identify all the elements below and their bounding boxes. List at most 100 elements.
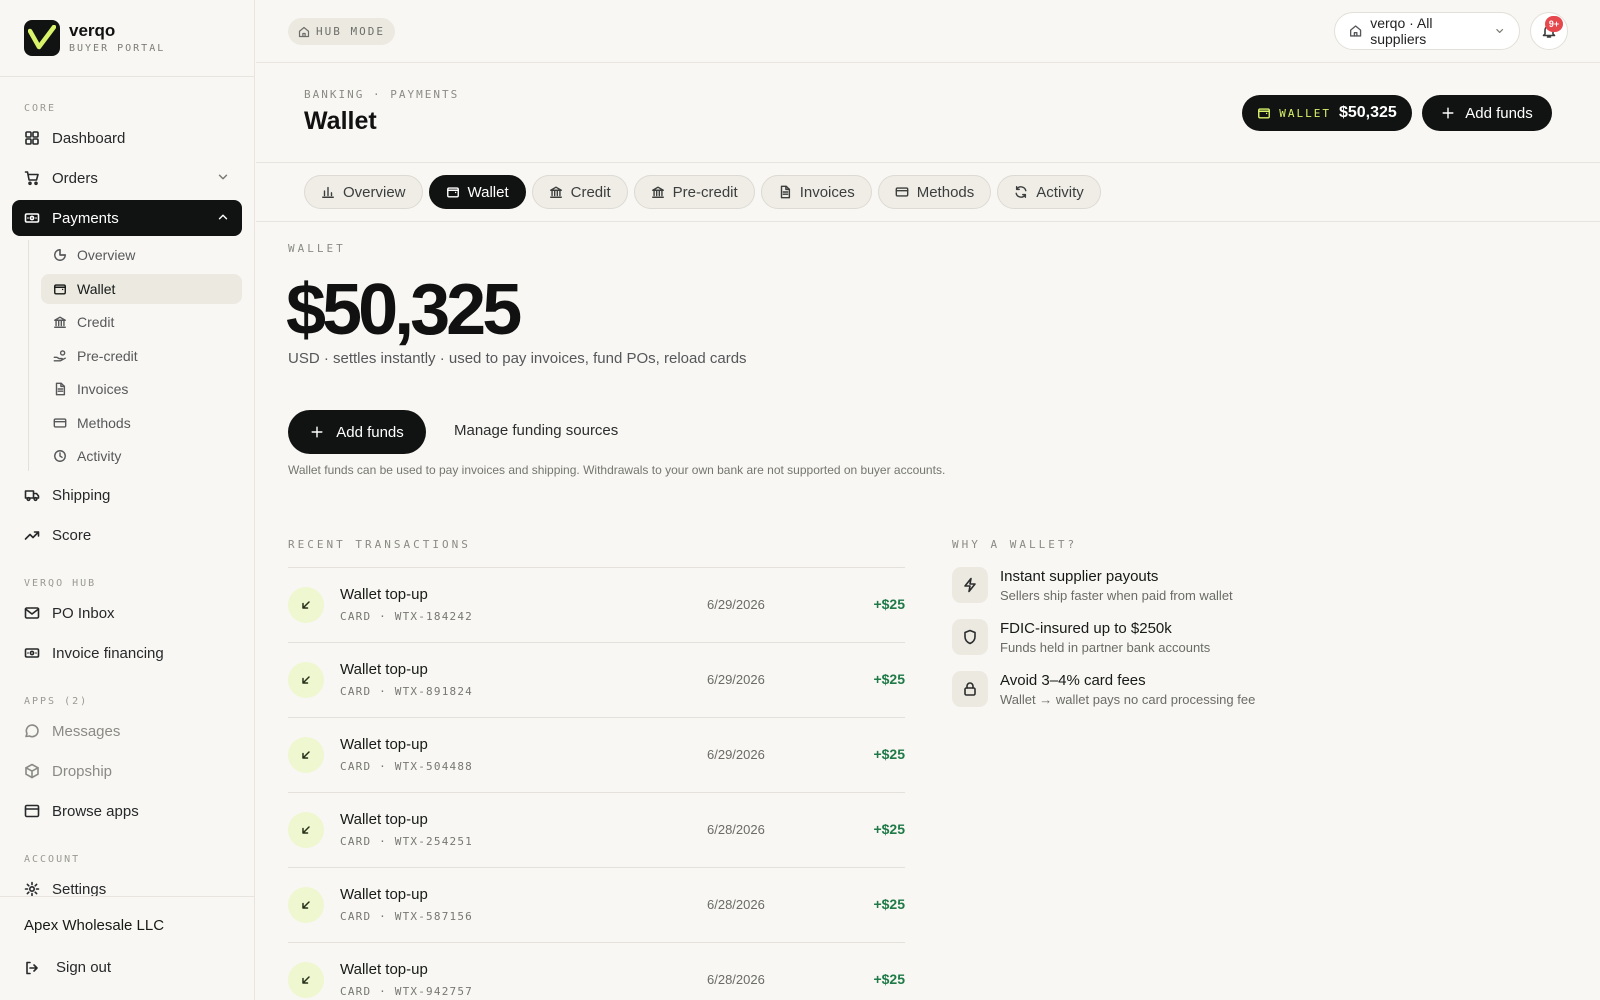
tx-date: 6/28/2026	[707, 972, 765, 987]
tab-methods[interactable]: Methods	[877, 175, 992, 209]
nav-section-hub: VERQO HUB	[24, 577, 97, 589]
subnav-item-credit[interactable]: Credit	[41, 307, 242, 337]
subnav-label: Credit	[77, 314, 115, 330]
tx-title: Wallet top-up	[340, 586, 428, 603]
why-desc: Funds held in partner bank accounts	[1000, 640, 1211, 655]
home-icon	[1349, 25, 1362, 37]
manage-funding-sources-link[interactable]: Manage funding sources	[454, 422, 618, 439]
tab-precredit[interactable]: Pre-credit	[633, 175, 755, 209]
credit-card-icon	[53, 417, 67, 428]
sidebar-item-label: Dropship	[52, 762, 113, 780]
sidebar-item-payments[interactable]: Payments	[12, 200, 242, 236]
tab-label: Invoices	[799, 183, 855, 201]
subnav-item-overview[interactable]: Overview	[41, 240, 242, 270]
page-header: BANKING · PAYMENTS Wallet WALLET $50,325…	[256, 63, 1600, 163]
subnav-label: Overview	[77, 247, 136, 263]
sidebar-item-shipping[interactable]: Shipping	[12, 477, 242, 513]
bar-chart-icon	[322, 186, 334, 198]
sidebar-item-dashboard[interactable]: Dashboard	[12, 120, 242, 156]
plus-icon	[1442, 107, 1454, 119]
list-item: Instant supplier payouts Sellers ship fa…	[952, 567, 1352, 619]
sidebar-item-label: Browse apps	[52, 802, 139, 820]
add-funds-label: Add funds	[336, 423, 404, 441]
nav-section-core: CORE	[24, 102, 57, 114]
nav-section-account: ACCOUNT	[24, 853, 81, 865]
arrow-down-left-icon	[288, 737, 324, 773]
truck-icon	[24, 490, 40, 502]
wallet-balance: $50,325	[286, 270, 522, 350]
wallet-main: WALLET $50,325 USD · settles instantly ·…	[286, 222, 1568, 1000]
why-title: Avoid 3–4% card fees	[1000, 672, 1146, 689]
hub-mode-label: HUB MODE	[316, 25, 385, 38]
brand[interactable]: verqo BUYER PORTAL	[24, 20, 165, 56]
sidebar-item-label: Orders	[52, 169, 98, 187]
add-funds-button[interactable]: Add funds	[288, 410, 426, 454]
tab-overview[interactable]: Overview	[304, 175, 423, 209]
why-title: Instant supplier payouts	[1000, 568, 1159, 585]
wallet-chip-value: $50,325	[1338, 104, 1397, 121]
bank-icon	[549, 186, 562, 198]
wallet-icon	[1258, 108, 1271, 119]
why-wallet-eyebrow: WHY A WALLET?	[952, 538, 1078, 551]
app-window-icon	[24, 804, 40, 818]
sidebar: verqo BUYER PORTAL CORE Dashboard Orders…	[0, 0, 255, 1000]
package-icon	[25, 763, 39, 779]
sidebar-item-score[interactable]: Score	[12, 517, 242, 553]
wallet-chip-label: WALLET	[1279, 106, 1331, 120]
why-wallet-list: Instant supplier payouts Sellers ship fa…	[952, 567, 1352, 723]
tx-date: 6/29/2026	[707, 747, 765, 762]
tab-label: Activity	[1036, 183, 1084, 201]
tabs: Overview Wallet Credit Pre-credit Invoic…	[304, 175, 1101, 209]
table-row[interactable]: Wallet top-up CARD · WTX-504488 6/29/202…	[288, 718, 905, 793]
sidebar-item-invoice-financing[interactable]: Invoice financing	[12, 635, 242, 671]
list-item: FDIC-insured up to $250k Funds held in p…	[952, 619, 1352, 671]
sidebar-item-dropship[interactable]: Dropship	[12, 753, 242, 789]
pie-chart-icon	[54, 249, 66, 261]
add-funds-button-header[interactable]: Add funds	[1422, 95, 1552, 131]
arrow-down-left-icon	[288, 662, 324, 698]
sidebar-item-orders[interactable]: Orders	[12, 160, 242, 196]
table-row[interactable]: Wallet top-up CARD · WTX-254251 6/28/202…	[288, 793, 905, 868]
tx-amount: +$25	[873, 896, 905, 912]
table-row[interactable]: Wallet top-up CARD · WTX-184242 6/29/202…	[288, 568, 905, 643]
wallet-balance-chip[interactable]: WALLET $50,325	[1242, 95, 1412, 131]
subnav-item-precredit[interactable]: Pre-credit	[41, 341, 242, 371]
bank-icon	[651, 186, 664, 198]
wallet-eyebrow: WALLET	[288, 242, 346, 255]
tab-label: Methods	[916, 183, 975, 201]
tx-reference: CARD · WTX-942757	[340, 985, 473, 998]
sidebar-item-label: PO Inbox	[52, 604, 115, 622]
subnav-item-methods[interactable]: Methods	[41, 408, 242, 438]
sidebar-item-browse-apps[interactable]: Browse apps	[12, 793, 242, 829]
notifications-button[interactable]: 9+	[1530, 12, 1568, 50]
table-row[interactable]: Wallet top-up CARD · WTX-891824 6/29/202…	[288, 643, 905, 718]
notification-badge: 9+	[1545, 16, 1563, 32]
hub-mode-pill[interactable]: HUB MODE	[288, 18, 395, 45]
tab-wallet[interactable]: Wallet	[428, 175, 526, 209]
tab-credit[interactable]: Credit	[531, 175, 628, 209]
tx-title: Wallet top-up	[340, 961, 428, 978]
sidebar-item-label: Payments	[52, 209, 119, 227]
tab-invoices[interactable]: Invoices	[760, 175, 872, 209]
brand-subtitle: BUYER PORTAL	[69, 43, 166, 54]
subnav-label: Pre-credit	[77, 347, 138, 364]
sidebar-item-label: Messages	[52, 722, 121, 740]
shield-icon	[952, 619, 988, 655]
supplier-select[interactable]: verqo · All suppliers	[1334, 12, 1520, 50]
sidebar-item-messages[interactable]: Messages	[12, 713, 242, 749]
tx-amount: +$25	[873, 746, 905, 762]
sidebar-item-label: Score	[52, 526, 92, 544]
subnav-item-wallet[interactable]: Wallet	[41, 273, 242, 304]
subnav-item-activity[interactable]: Activity	[41, 441, 242, 471]
table-row[interactable]: Wallet top-up CARD · WTX-587156 6/28/202…	[288, 868, 905, 943]
tab-activity[interactable]: Activity	[997, 175, 1101, 209]
transactions-list: Wallet top-up CARD · WTX-184242 6/29/202…	[288, 567, 905, 1000]
lock-icon	[952, 671, 988, 707]
subnav-item-invoices[interactable]: Invoices	[41, 374, 242, 404]
top-bar: HUB MODE verqo · All suppliers 9+	[256, 0, 1600, 63]
tx-amount: +$25	[873, 596, 905, 612]
banknote-icon	[24, 648, 40, 658]
sidebar-item-po-inbox[interactable]: PO Inbox	[12, 595, 242, 631]
table-row[interactable]: Wallet top-up CARD · WTX-942757 6/28/202…	[288, 943, 905, 1000]
sign-out-button[interactable]: Sign out	[24, 959, 111, 976]
